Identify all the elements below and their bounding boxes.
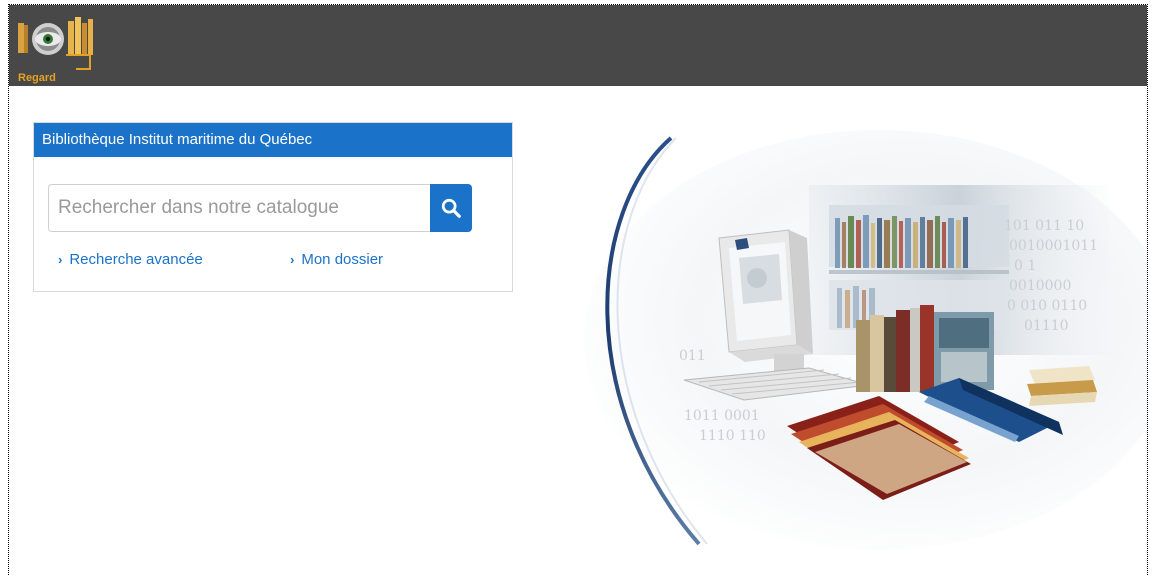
library-title: Bibliothèque Institut maritime du Québec	[34, 123, 512, 157]
page-frame: Regard Bibliothèque Institut maritime du…	[8, 4, 1148, 575]
catalog-search-input[interactable]	[48, 184, 431, 232]
chevron-right-icon: ›	[58, 252, 63, 267]
catalog-search-panel: Bibliothèque Institut maritime du Québec…	[33, 122, 513, 292]
my-account-link[interactable]: › Mon dossier	[290, 251, 383, 268]
binary-line: 0010001011	[1009, 238, 1098, 254]
binary-line: 0 010 0110	[1007, 298, 1087, 314]
top-bar: Regard	[9, 5, 1147, 86]
binary-line: 0 1	[1014, 258, 1036, 274]
search-row	[48, 184, 472, 232]
binary-line: 1110 110	[699, 428, 766, 444]
regard-logo[interactable]: Regard	[14, 15, 112, 84]
binary-line: 011	[679, 348, 706, 364]
hero-graphic: 101 011 10 0010001011 0 1 0010000 0 010 …	[584, 130, 1147, 550]
quick-links: › Recherche avancée › Mon dossier	[58, 251, 498, 273]
library-hero-illustration: 101 011 10 0010001011 0 1 0010000 0 010 …	[579, 130, 1147, 550]
eye-books-logo-icon	[18, 17, 93, 70]
binary-line: 1011 0001	[684, 408, 760, 424]
my-account-label: Mon dossier	[301, 251, 384, 268]
search-button[interactable]	[430, 184, 472, 232]
binary-line: 0010000	[1009, 278, 1071, 294]
stacked-books	[1027, 366, 1097, 406]
binary-line: 101 011 10	[1004, 218, 1084, 234]
advanced-search-label: Recherche avancée	[69, 251, 203, 268]
logo-text: Regard	[18, 72, 56, 84]
chevron-right-icon: ›	[290, 252, 295, 267]
standing-books	[856, 305, 994, 392]
advanced-search-link[interactable]: › Recherche avancée	[58, 251, 203, 268]
binary-line: 01110	[1024, 318, 1069, 334]
search-icon	[441, 198, 461, 218]
